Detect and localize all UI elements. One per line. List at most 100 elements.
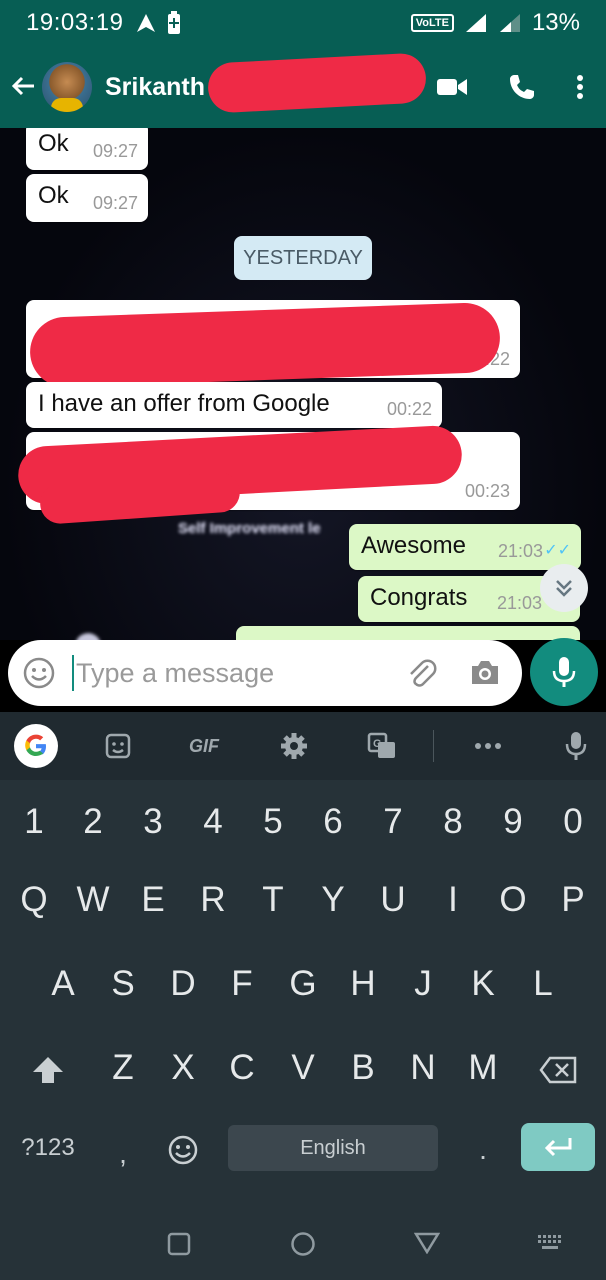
comma-key[interactable]: , (93, 1124, 153, 1184)
key-q[interactable]: Q (4, 870, 64, 930)
enter-icon (544, 1138, 572, 1157)
emoji-key[interactable] (153, 1118, 213, 1178)
google-icon (25, 734, 46, 756)
home-icon[interactable] (290, 1231, 316, 1257)
space-bar[interactable]: English (228, 1125, 438, 1171)
mic-icon (565, 732, 587, 760)
key-m[interactable]: M (453, 1038, 513, 1098)
sticker-button[interactable] (100, 726, 136, 766)
voice-call-icon[interactable] (508, 73, 536, 101)
contact-name[interactable]: Srikanth (105, 73, 205, 102)
key-3[interactable]: 3 (123, 792, 183, 852)
more-options-icon[interactable] (576, 74, 584, 100)
back-button[interactable] (0, 74, 40, 100)
key-y[interactable]: Y (303, 870, 363, 930)
key-z[interactable]: Z (93, 1038, 153, 1098)
message-input[interactable] (76, 657, 396, 689)
system-nav-bar (0, 1202, 606, 1280)
message-bubble[interactable]: I have an offer from Google 00:22 (26, 382, 442, 428)
message-bubble[interactable]: Ok 09:27 (26, 128, 148, 170)
message-time: 21:03 (497, 541, 543, 561)
settings-button[interactable] (276, 726, 312, 766)
avatar[interactable] (42, 62, 92, 112)
camera-icon[interactable] (468, 658, 502, 688)
sticker-icon (105, 733, 131, 759)
wallpaper-graphic: ● (70, 608, 106, 640)
back-nav-icon[interactable] (414, 1232, 440, 1254)
key-7[interactable]: 7 (363, 792, 423, 852)
message-bubble[interactable]: Ok 09:27 (26, 174, 148, 222)
backspace-key[interactable] (528, 1038, 588, 1098)
signal-weak-icon (499, 14, 520, 32)
key-w[interactable]: W (63, 870, 123, 930)
battery-saver-icon (168, 11, 181, 34)
message-time: 21:03 (496, 593, 542, 613)
message-text: Ok (38, 182, 69, 209)
key-k[interactable]: K (453, 954, 513, 1014)
message-text: I have an offer from Google (38, 390, 330, 417)
enter-key[interactable] (521, 1123, 595, 1171)
key-j[interactable]: J (393, 954, 453, 1014)
video-call-icon[interactable] (436, 76, 468, 98)
double-chevron-down-icon (556, 580, 572, 597)
date-divider: YESTERDAY (234, 236, 372, 280)
key-b[interactable]: B (333, 1038, 393, 1098)
key-v[interactable]: V (273, 1038, 333, 1098)
scroll-down-button[interactable] (540, 564, 588, 612)
attach-icon[interactable] (404, 656, 438, 690)
translate-button[interactable]: G (364, 726, 400, 766)
keyboard-switch-icon[interactable] (537, 1234, 563, 1252)
read-receipt-icon: ✓✓ (544, 542, 571, 559)
key-6[interactable]: 6 (303, 792, 363, 852)
wallpaper-text: Self Improvement le (178, 520, 321, 537)
key-r[interactable]: R (183, 870, 243, 930)
key-0[interactable]: 0 (543, 792, 603, 852)
battery-percent: 13% (531, 9, 580, 36)
key-4[interactable]: 4 (183, 792, 243, 852)
message-time: 09:27 (92, 193, 138, 213)
toolbar-divider (433, 730, 434, 762)
emoji-icon[interactable] (22, 656, 56, 690)
translate-icon: G (367, 732, 395, 758)
gif-button[interactable]: GIF (184, 726, 224, 766)
key-l[interactable]: L (513, 954, 573, 1014)
key-p[interactable]: P (543, 870, 603, 930)
message-time: 00:23 (464, 481, 510, 501)
key-9[interactable]: 9 (483, 792, 543, 852)
google-button[interactable] (14, 724, 58, 768)
message-text: Congrats (370, 584, 468, 611)
more-tools-button[interactable] (470, 726, 506, 766)
key-s[interactable]: S (93, 954, 153, 1014)
key-a[interactable]: A (33, 954, 93, 1014)
key-c[interactable]: C (212, 1038, 272, 1098)
key-d[interactable]: D (153, 954, 213, 1014)
key-n[interactable]: N (393, 1038, 453, 1098)
key-o[interactable]: O (483, 870, 543, 930)
key-i[interactable]: I (423, 870, 483, 930)
key-h[interactable]: H (333, 954, 393, 1014)
key-2[interactable]: 2 (63, 792, 123, 852)
key-8[interactable]: 8 (423, 792, 483, 852)
key-g[interactable]: G (273, 954, 333, 1014)
key-x[interactable]: X (153, 1038, 213, 1098)
recents-icon[interactable] (167, 1232, 191, 1256)
partial-bubble (236, 626, 580, 640)
symbols-key[interactable]: ?123 (8, 1118, 88, 1178)
voice-input-button[interactable] (558, 726, 594, 766)
navigation-icon (137, 14, 156, 32)
key-t[interactable]: T (243, 870, 303, 930)
chat-area[interactable]: Ok 09:27 Ok 09:27 YESTERDAY 00:22 I have… (0, 128, 606, 640)
key-f[interactable]: F (212, 954, 272, 1014)
voice-message-button[interactable] (530, 638, 598, 706)
chat-header: Srikanth (0, 46, 606, 128)
message-bubble[interactable]: Awesome 21:03 ✓✓ (349, 524, 581, 570)
message-time: 00:22 (386, 399, 432, 419)
redaction-mark (206, 52, 428, 114)
shift-key[interactable] (18, 1038, 78, 1098)
key-1[interactable]: 1 (4, 792, 64, 852)
text-cursor (72, 655, 74, 691)
key-e[interactable]: E (123, 870, 183, 930)
key-u[interactable]: U (363, 870, 423, 930)
key-5[interactable]: 5 (243, 792, 303, 852)
period-key[interactable]: . (453, 1120, 513, 1180)
